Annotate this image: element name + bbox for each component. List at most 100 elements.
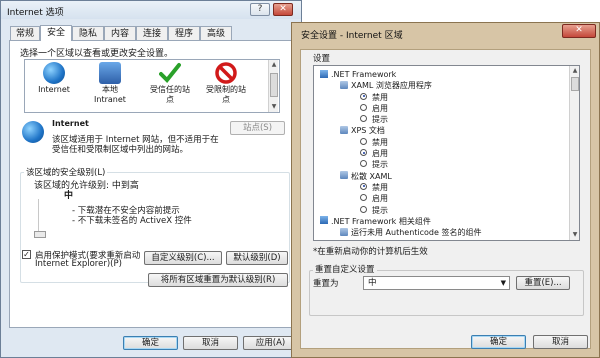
settings-group-icon xyxy=(320,69,328,78)
settings-tree-label: 提示 xyxy=(372,205,388,215)
settings-item-icon xyxy=(340,80,348,89)
zone-list: Internet 本地 Intranet 受信任的站 点 受限制的站 点 ▲ ▼ xyxy=(24,59,280,113)
security-settings-content: 设置 .NET Framework XAML 浏览器应用程序 禁用 启用 提示 XPS 文… xyxy=(300,49,591,349)
settings-tree-row[interactable]: 禁用 xyxy=(320,92,568,103)
chevron-down-icon: ▼ xyxy=(500,279,506,287)
intranet-icon xyxy=(99,62,121,84)
sites-button[interactable]: 站点(S) xyxy=(230,121,285,135)
radio-icon[interactable] xyxy=(360,205,367,213)
left-ok-button[interactable]: 确定 xyxy=(123,336,178,350)
tab-security[interactable]: 安全 xyxy=(40,25,72,41)
internet-options-window: Internet 选项 ? ✕ 常规 安全 隐私 内容 连接 程序 高级 选择一… xyxy=(0,0,302,358)
radio-icon[interactable] xyxy=(360,160,367,168)
settings-tree-row[interactable]: 禁用 xyxy=(320,182,568,193)
left-close-button[interactable]: ✕ xyxy=(273,3,293,16)
scroll-up-icon[interactable]: ▲ xyxy=(570,66,579,76)
settings-tree-label: .NET Framework 相关组件 xyxy=(331,216,431,226)
tab-programs[interactable]: 程序 xyxy=(168,26,200,40)
left-title-bar[interactable]: Internet 选项 ? ✕ xyxy=(1,1,301,19)
zone-label: 受限制的站 点 xyxy=(206,85,246,104)
scroll-up-icon[interactable]: ▲ xyxy=(269,60,279,70)
settings-tree-row[interactable]: 启用 xyxy=(320,148,568,159)
reset-button[interactable]: 重置(E)... xyxy=(516,276,570,290)
globe-icon xyxy=(22,121,44,143)
radio-icon[interactable] xyxy=(360,115,367,123)
settings-tree-label: 禁用 xyxy=(372,92,388,102)
settings-tree-row[interactable]: 启用 xyxy=(320,103,568,114)
settings-tree-row[interactable]: .NET Framework 相关组件 xyxy=(320,216,568,227)
zone-list-scrollbar[interactable]: ▲ ▼ xyxy=(268,60,278,112)
settings-tree-row[interactable]: 提示 xyxy=(320,159,568,170)
settings-tree-label: 禁用 xyxy=(372,137,388,147)
scroll-down-icon[interactable]: ▼ xyxy=(269,102,279,112)
custom-level-button[interactable]: 自定义级别(C)... xyxy=(144,251,222,265)
reset-to-label: 重置为 xyxy=(313,279,339,289)
settings-tree-row[interactable]: 提示 xyxy=(320,205,568,216)
left-cancel-button[interactable]: 取消 xyxy=(183,336,238,350)
radio-icon[interactable] xyxy=(360,194,367,202)
right-title-bar[interactable]: 安全设置 - Internet 区域 ✕ xyxy=(292,23,599,45)
tab-connections[interactable]: 连接 xyxy=(136,26,168,40)
settings-tree-row[interactable]: XAML 浏览器应用程序 xyxy=(320,80,568,91)
level-slider-thumb[interactable] xyxy=(34,231,46,238)
tab-privacy[interactable]: 隐私 xyxy=(72,26,104,40)
radio-selected-icon[interactable] xyxy=(360,149,367,157)
zone-restricted[interactable]: 受限制的站 点 xyxy=(197,60,255,105)
right-close-button[interactable]: ✕ xyxy=(562,24,596,38)
zone-intranet[interactable]: 本地 Intranet xyxy=(81,60,139,105)
default-level-button[interactable]: 默认级别(D) xyxy=(226,251,288,265)
zone-trusted[interactable]: 受信任的站 点 xyxy=(141,60,199,105)
security-tab-panel: 选择一个区域以查看或更改安全设置。 Internet 本地 Intranet 受… xyxy=(9,40,296,328)
settings-tree-label: 启用 xyxy=(372,103,388,113)
radio-selected-icon[interactable] xyxy=(360,92,367,100)
reset-group-label: 重置自定义设置 xyxy=(313,263,377,275)
protected-mode-checkbox[interactable]: ✓ xyxy=(22,250,31,259)
settings-tree-label: 启用 xyxy=(372,149,388,159)
tab-content[interactable]: 内容 xyxy=(104,26,136,40)
settings-tree-scrollbar[interactable]: ▲ ▼ xyxy=(569,66,579,240)
reset-all-zones-button[interactable]: 将所有区域重置为默认级别(R) xyxy=(148,273,288,287)
security-settings-window: 安全设置 - Internet 区域 ✕ 设置 .NET Framework XA… xyxy=(291,22,600,358)
apply-button[interactable]: 应用(A) xyxy=(243,336,298,350)
radio-selected-icon[interactable] xyxy=(360,182,367,190)
settings-tree-row[interactable]: .NET Framework xyxy=(320,69,568,80)
settings-tree-row[interactable]: 运行未用 Authenticode 签名的组件 xyxy=(320,227,568,238)
scroll-down-icon[interactable]: ▼ xyxy=(570,230,579,240)
settings-item-icon xyxy=(340,125,348,134)
level-name: 中 xyxy=(64,191,74,201)
level-bullet-2: - 不下载未签名的 ActiveX 控件 xyxy=(72,216,192,226)
scroll-thumb[interactable] xyxy=(571,77,579,91)
help-button[interactable]: ? xyxy=(250,3,270,16)
zone-instruction: 选择一个区域以查看或更改安全设置。 xyxy=(20,49,174,59)
settings-tree-rows: .NET Framework XAML 浏览器应用程序 禁用 启用 提示 XPS 文档 禁用… xyxy=(320,69,568,238)
right-ok-button[interactable]: 确定 xyxy=(471,335,526,349)
settings-item-icon xyxy=(340,227,348,236)
settings-tree-row[interactable]: 提示 xyxy=(320,114,568,125)
right-cancel-button[interactable]: 取消 xyxy=(533,335,588,349)
restart-note: *在重新启动你的计算机后生效 xyxy=(313,247,428,257)
restricted-icon xyxy=(215,62,237,84)
scroll-thumb[interactable] xyxy=(270,73,278,97)
settings-tree-row[interactable]: 松散 XAML xyxy=(320,171,568,182)
tab-advanced[interactable]: 高级 xyxy=(200,26,232,40)
zone-label: Internet xyxy=(25,85,83,95)
radio-icon[interactable] xyxy=(360,103,367,111)
settings-tree-row[interactable]: XPS 文档 xyxy=(320,125,568,136)
settings-tree-label: XPS 文档 xyxy=(351,126,385,136)
protected-mode-label-2: Internet Explorer)(P) xyxy=(35,259,122,269)
settings-group-icon xyxy=(320,216,328,225)
settings-tree-row[interactable]: 禁用 xyxy=(320,137,568,148)
zone-label: 本地 Intranet xyxy=(94,85,126,104)
settings-tree-label: 松散 XAML xyxy=(351,171,392,181)
reset-level-select[interactable]: 中 ▼ xyxy=(363,276,510,290)
settings-tree-label: XAML 浏览器应用程序 xyxy=(351,81,432,91)
radio-icon[interactable] xyxy=(360,137,367,145)
reset-level-value: 中 xyxy=(368,278,377,288)
settings-tree-label: 禁用 xyxy=(372,182,388,192)
zone-internet[interactable]: Internet xyxy=(25,60,83,95)
security-level-label: 该区域的安全级别(L) xyxy=(24,166,108,178)
tab-general[interactable]: 常规 xyxy=(10,26,40,40)
settings-tree-row[interactable]: 启用 xyxy=(320,193,568,204)
check-icon xyxy=(159,62,181,84)
allowed-levels-text: 该区域的允许级别: 中到高 xyxy=(34,181,139,191)
